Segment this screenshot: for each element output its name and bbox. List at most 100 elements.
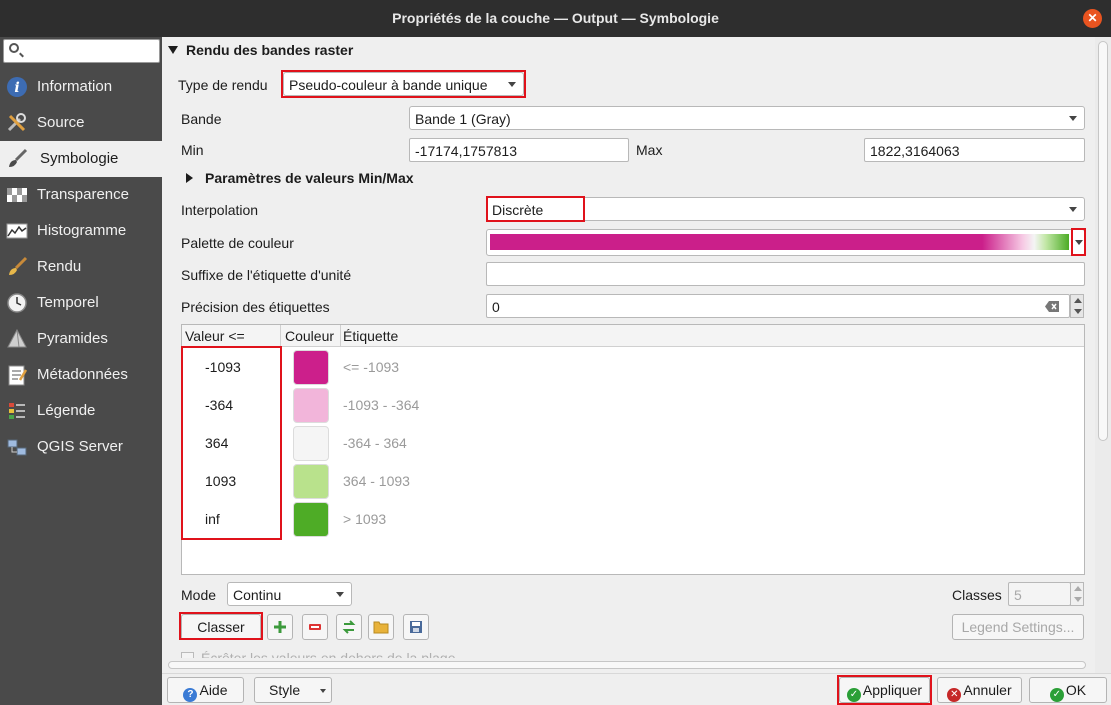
row-label[interactable]: > 1093 bbox=[343, 511, 386, 527]
highlight-box bbox=[837, 675, 932, 705]
legend-icon bbox=[9, 403, 25, 419]
cancel-button[interactable]: ✕ Annuler bbox=[937, 677, 1022, 703]
search-input[interactable] bbox=[3, 39, 160, 63]
section-minmax-params[interactable]: Paramètres de valeurs Min/Max bbox=[186, 170, 414, 186]
spin-down-icon[interactable] bbox=[1074, 597, 1082, 602]
spin-up-icon[interactable] bbox=[1074, 586, 1082, 591]
table-row[interactable]: -364 -1093 - -364 bbox=[182, 386, 1084, 424]
sidebar-item-legende[interactable]: Légende bbox=[0, 393, 162, 429]
highlight-box bbox=[181, 346, 282, 540]
sidebar-item-pyramides[interactable]: Pyramides bbox=[0, 321, 162, 357]
mode-combo[interactable]: Continu bbox=[227, 582, 352, 606]
transparency-icon bbox=[7, 188, 27, 202]
sidebar-item-temporel[interactable]: Temporel bbox=[0, 285, 162, 321]
interpolation-label: Interpolation bbox=[181, 202, 259, 218]
sidebar-item-label: Symbologie bbox=[40, 150, 119, 167]
reverse-colors-button[interactable] bbox=[336, 614, 362, 640]
classes-label: Classes bbox=[952, 587, 1002, 603]
clear-icon[interactable] bbox=[1045, 301, 1059, 312]
sidebar-item-transparence[interactable]: Transparence bbox=[0, 177, 162, 213]
sidebar-item-label: Légende bbox=[37, 402, 96, 419]
sidebar-item-histogramme[interactable]: Histogramme bbox=[0, 213, 162, 249]
style-label: Style bbox=[269, 682, 301, 698]
sidebar-item-metadonnees[interactable]: Métadonnées bbox=[0, 357, 162, 393]
color-swatch[interactable] bbox=[293, 350, 329, 385]
section-title: Rendu des bandes raster bbox=[186, 42, 354, 58]
search-icon bbox=[9, 43, 19, 53]
column-separator bbox=[340, 325, 341, 347]
table-row[interactable]: 364 -364 - 364 bbox=[182, 424, 1084, 462]
spin-up-icon[interactable] bbox=[1074, 298, 1082, 303]
table-header: Valeur <= Couleur Étiquette bbox=[182, 325, 1084, 347]
min-field[interactable]: -17174,1757813 bbox=[409, 138, 629, 162]
sidebar-item-source[interactable]: Source bbox=[0, 105, 162, 141]
chevron-down-icon bbox=[336, 592, 344, 597]
sidebar-item-rendu[interactable]: Rendu bbox=[0, 249, 162, 285]
max-field[interactable]: 1822,3164063 bbox=[864, 138, 1085, 162]
save-colormap-button[interactable] bbox=[403, 614, 429, 640]
sidebar-item-label: Transparence bbox=[37, 186, 129, 203]
sidebar-item-symbologie[interactable]: Symbologie bbox=[0, 141, 162, 177]
chevron-down-icon[interactable] bbox=[1075, 240, 1083, 245]
table-row[interactable]: inf > 1093 bbox=[182, 500, 1084, 538]
close-icon[interactable]: ✕ bbox=[1083, 9, 1102, 28]
info-icon: i bbox=[7, 77, 27, 97]
row-label[interactable]: -1093 - -364 bbox=[343, 397, 419, 413]
add-class-button[interactable] bbox=[267, 614, 293, 640]
scrollbar-thumb[interactable] bbox=[168, 661, 1086, 669]
source-tools-icon bbox=[7, 113, 26, 132]
swap-arrows-icon bbox=[342, 620, 356, 634]
column-header-value[interactable]: Valeur <= bbox=[185, 328, 245, 344]
clip-checkbox[interactable] bbox=[181, 652, 194, 658]
band-value: Bande 1 (Gray) bbox=[415, 111, 511, 127]
plus-icon bbox=[274, 621, 286, 633]
column-header-color[interactable]: Couleur bbox=[285, 328, 334, 344]
color-swatch[interactable] bbox=[293, 502, 329, 537]
band-combo[interactable]: Bande 1 (Gray) bbox=[409, 106, 1085, 130]
row-label[interactable]: 364 - 1093 bbox=[343, 473, 410, 489]
sidebar-item-label: Source bbox=[37, 114, 85, 131]
row-label[interactable]: <= -1093 bbox=[343, 359, 399, 375]
folder-icon bbox=[373, 621, 389, 634]
table-row[interactable]: 1093 364 - 1093 bbox=[182, 462, 1084, 500]
table-row[interactable]: -1093 <= -1093 bbox=[182, 348, 1084, 386]
chevron-down-icon bbox=[1069, 116, 1077, 121]
help-label: Aide bbox=[199, 682, 228, 698]
spin-down-icon[interactable] bbox=[1074, 309, 1082, 314]
column-header-label[interactable]: Étiquette bbox=[343, 328, 398, 344]
precision-spinbox[interactable]: 0 bbox=[486, 294, 1070, 318]
mode-value: Continu bbox=[233, 587, 282, 603]
title-bar: Propriétés de la couche — Output — Symbo… bbox=[0, 0, 1111, 37]
sidebar-item-label: Histogramme bbox=[37, 222, 127, 239]
color-swatch[interactable] bbox=[293, 388, 329, 423]
vertical-scrollbar[interactable] bbox=[1095, 37, 1111, 673]
band-label: Bande bbox=[181, 111, 222, 127]
palette-label: Palette de couleur bbox=[181, 235, 294, 251]
color-swatch[interactable] bbox=[293, 464, 329, 499]
classes-spin-buttons[interactable] bbox=[1070, 582, 1084, 606]
sidebar-item-qgis-server[interactable]: QGIS Server bbox=[0, 429, 162, 465]
class-table: Valeur <= Couleur Étiquette -1093 <= -10… bbox=[181, 324, 1085, 575]
row-label[interactable]: -364 - 364 bbox=[343, 435, 407, 451]
section-raster-rendering[interactable]: Rendu des bandes raster bbox=[168, 42, 353, 58]
min-label: Min bbox=[181, 142, 204, 158]
precision-spin-buttons[interactable] bbox=[1070, 294, 1084, 318]
classes-spinbox[interactable]: 5 bbox=[1008, 582, 1071, 606]
cancel-label: Annuler bbox=[963, 682, 1012, 698]
scrollbar-thumb[interactable] bbox=[1098, 41, 1108, 441]
suffix-field[interactable] bbox=[486, 262, 1085, 286]
max-value: 1822,3164063 bbox=[870, 143, 960, 159]
load-colormap-button[interactable] bbox=[368, 614, 394, 640]
legend-settings-button[interactable]: Legend Settings... bbox=[952, 614, 1084, 640]
sidebar-item-label: QGIS Server bbox=[37, 438, 123, 455]
sidebar-item-information[interactable]: i Information bbox=[0, 69, 162, 105]
cancel-icon: ✕ bbox=[947, 688, 962, 702]
style-menu-button[interactable]: Style bbox=[254, 677, 332, 703]
remove-class-button[interactable] bbox=[302, 614, 328, 640]
ok-button[interactable]: ✓ OK bbox=[1029, 677, 1107, 703]
color-swatch[interactable] bbox=[293, 426, 329, 461]
help-button[interactable]: ? Aide bbox=[167, 677, 244, 703]
highlight-box bbox=[179, 612, 263, 640]
mode-label: Mode bbox=[181, 587, 217, 603]
horizontal-scrollbar[interactable] bbox=[164, 660, 1094, 670]
